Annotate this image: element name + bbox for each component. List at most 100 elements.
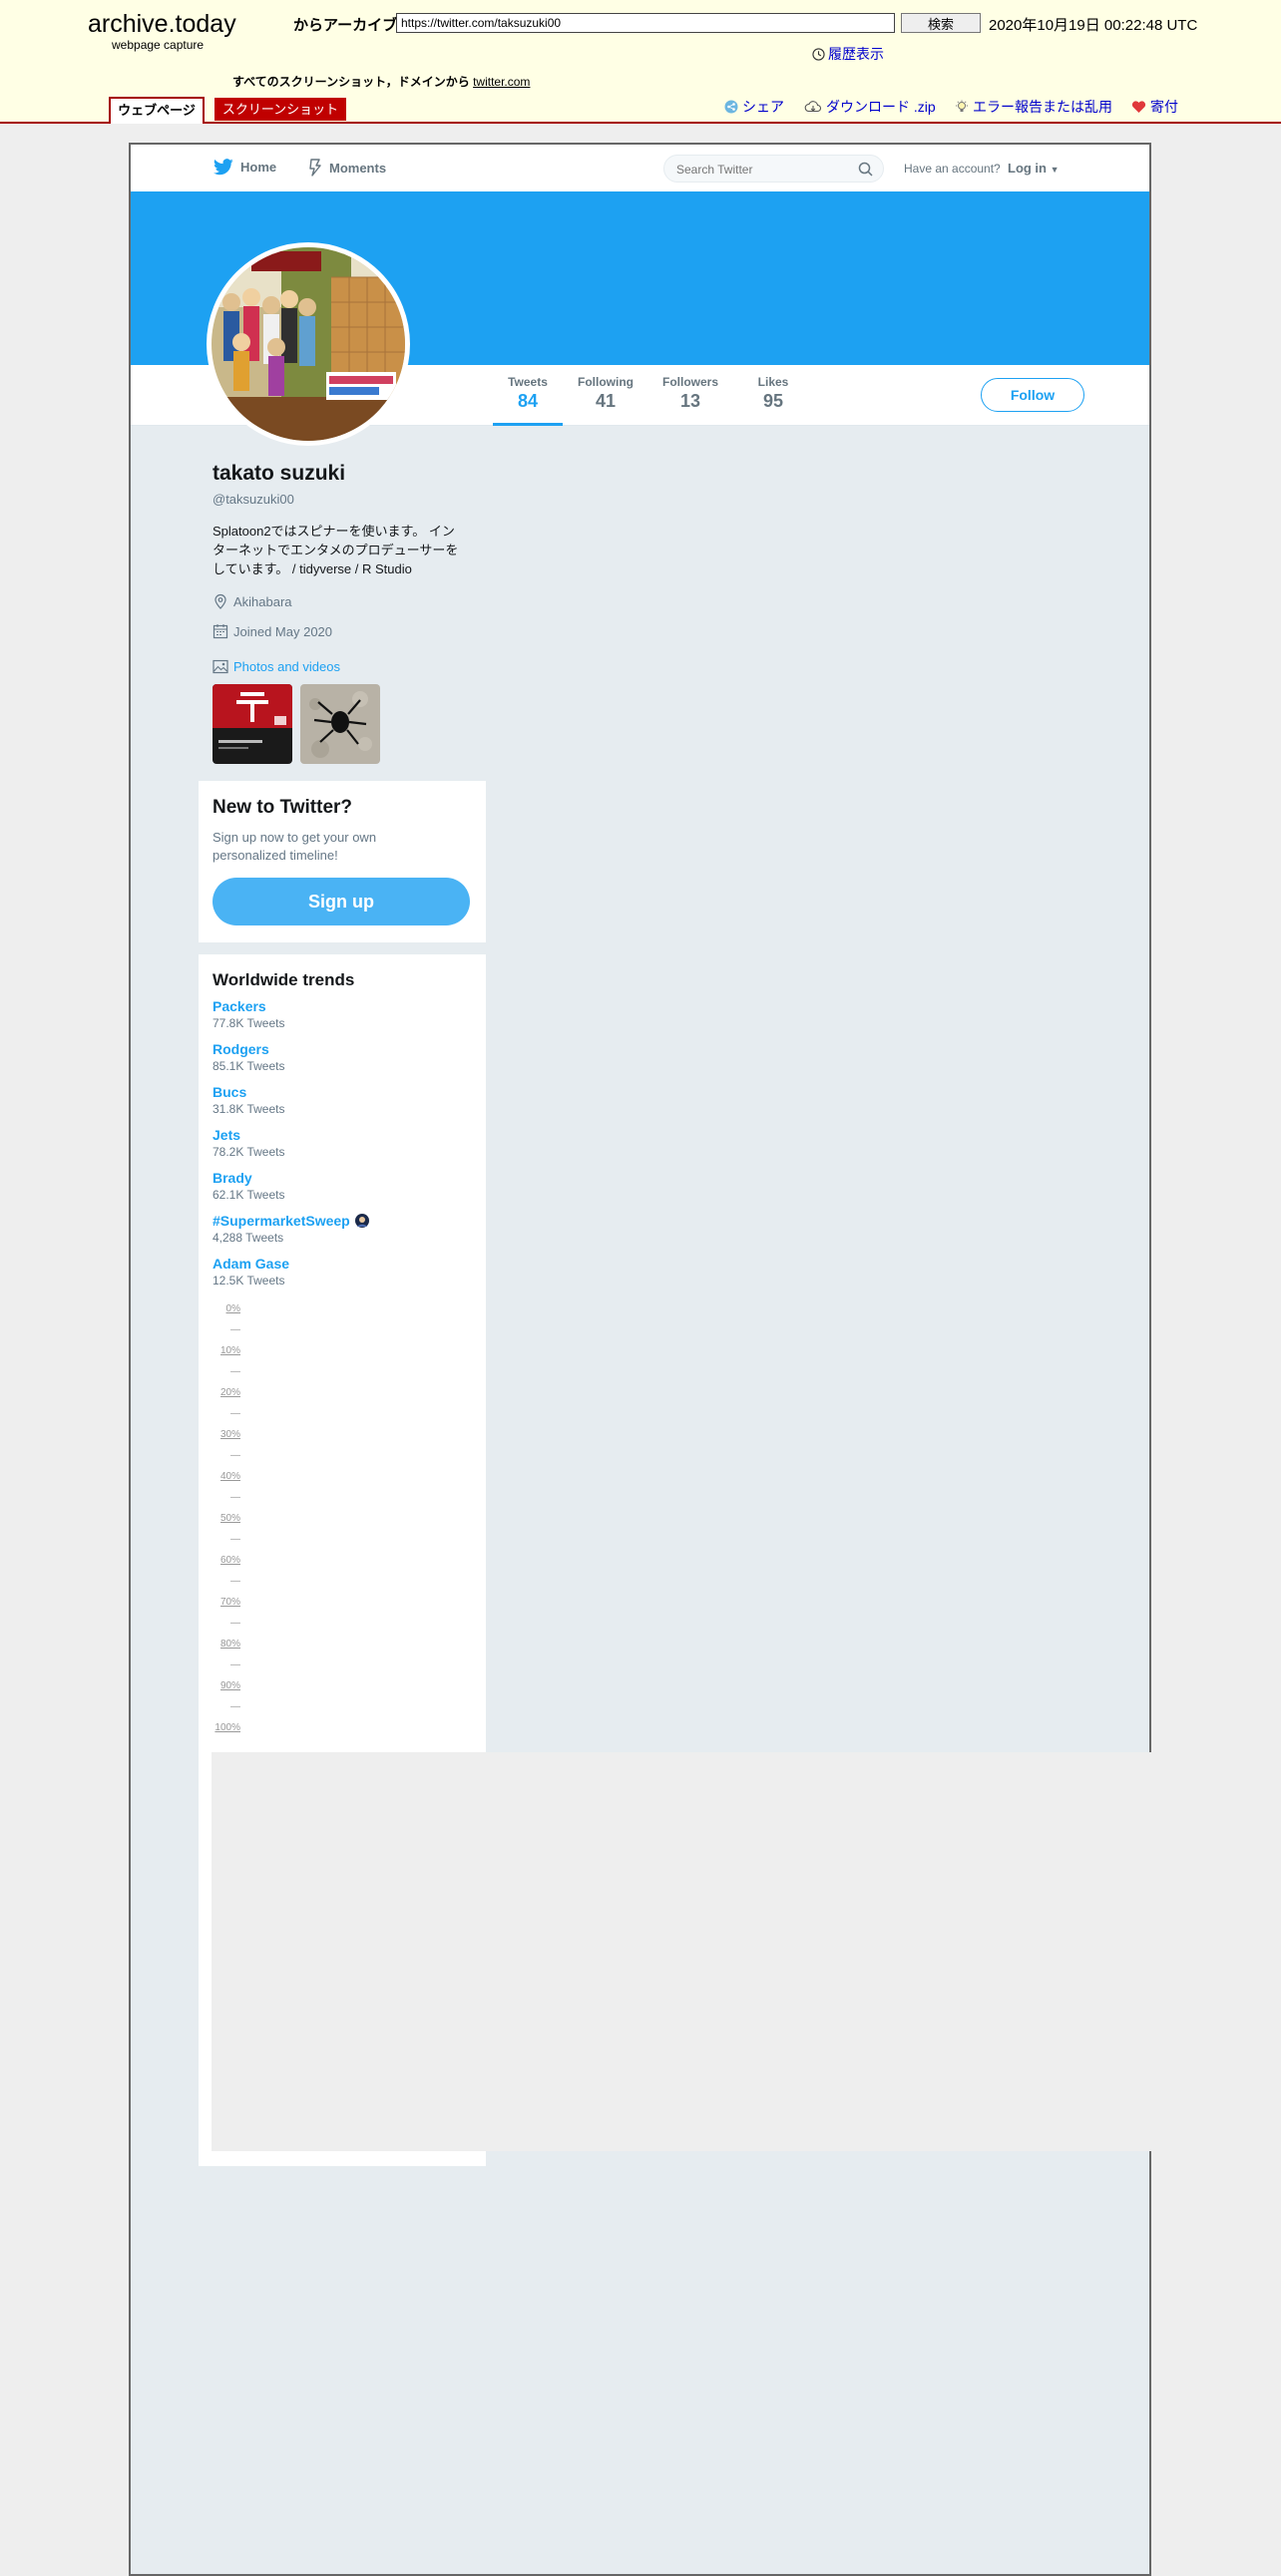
report-link[interactable]: エラー報告または乱用 <box>955 97 1112 117</box>
stat-followers-value: 13 <box>679 391 701 411</box>
archive-url-input[interactable] <box>396 13 895 33</box>
stat-followers-label: Followers <box>661 375 718 389</box>
scale-mark[interactable]: 20% <box>220 1387 240 1398</box>
location-pin-icon <box>214 593 226 609</box>
media-thumbnail[interactable] <box>213 684 292 764</box>
empty-content-block <box>212 1752 1151 2151</box>
login-link[interactable]: Log in ▼ <box>1008 161 1060 176</box>
tab-screenshot[interactable]: スクリーンショット <box>214 98 346 121</box>
twitter-search-input[interactable] <box>664 156 858 184</box>
archive-header: archive.today webpage capture からアーカイブ 検索… <box>0 0 1281 124</box>
follow-button[interactable]: Follow <box>981 378 1084 412</box>
stat-followers[interactable]: Followers 13 <box>654 375 726 412</box>
trend-count: 4,288 Tweets <box>213 1231 284 1245</box>
signup-title: New to Twitter? <box>213 797 353 818</box>
have-account-text: Have an account? <box>904 162 1001 176</box>
trend-item[interactable]: Brady 62.1K Tweets <box>213 1170 285 1202</box>
trend-name: Packers <box>213 998 266 1014</box>
image-icon <box>213 659 228 674</box>
stat-likes-label: Likes <box>757 375 789 389</box>
scale-mark[interactable]: 80% <box>220 1639 240 1650</box>
nav-moments-label: Moments <box>329 160 387 176</box>
scale-dash: — <box>230 1366 240 1377</box>
thumbnail-image <box>300 684 380 764</box>
archive-subtitle: webpage capture <box>112 38 205 52</box>
capture-date: 2020年10月19日 00:22:48 UTC <box>989 17 1198 34</box>
calendar-icon <box>213 624 228 639</box>
scale-mark[interactable]: 30% <box>220 1429 240 1440</box>
profile-joined: Joined May 2020 <box>213 623 332 639</box>
stat-likes[interactable]: Likes 95 <box>745 375 801 412</box>
trends-title: Worldwide trends <box>213 970 355 989</box>
scale-mark[interactable]: 10% <box>220 1345 240 1356</box>
scale-dash: — <box>230 1701 240 1712</box>
signup-card: New to Twitter? Sign up now to get your … <box>199 781 486 942</box>
stat-tweets-label: Tweets <box>508 375 548 389</box>
trend-item[interactable]: #SupermarketSweep 4,288 Tweets <box>213 1213 370 1245</box>
trend-item[interactable]: Rodgers 85.1K Tweets <box>213 1041 285 1073</box>
tab-webpage[interactable]: ウェブページ <box>109 97 205 124</box>
report-label: エラー報告または乱用 <box>973 99 1112 115</box>
photos-and-videos-label: Photos and videos <box>233 659 340 674</box>
stat-tweets-value: 84 <box>517 391 539 411</box>
trend-name: Brady <box>213 1170 252 1186</box>
trend-item[interactable]: Adam Gase 12.5K Tweets <box>213 1256 289 1288</box>
stat-tweets[interactable]: Tweets 84 <box>493 375 563 426</box>
domain-link[interactable]: twitter.com <box>473 75 530 89</box>
history-link-label: 履歴表示 <box>828 46 884 62</box>
profile-name: takato suzuki <box>213 462 346 485</box>
archive-search-button[interactable]: 検索 <box>901 13 981 33</box>
trend-name-text: #SupermarketSweep <box>213 1213 350 1229</box>
search-icon[interactable] <box>858 162 873 177</box>
share-link[interactable]: シェア <box>724 97 784 117</box>
trend-item[interactable]: Bucs 31.8K Tweets <box>213 1084 285 1116</box>
lightning-icon <box>309 159 321 177</box>
scale-mark[interactable]: 50% <box>220 1513 240 1524</box>
scale-dash: — <box>230 1618 240 1629</box>
nav-home[interactable]: Home <box>214 159 276 176</box>
photos-and-videos-link[interactable]: Photos and videos <box>213 659 340 674</box>
share-label: シェア <box>742 99 784 115</box>
history-link[interactable]: 履歴表示 <box>812 44 884 64</box>
media-thumbnail[interactable] <box>300 684 380 764</box>
lightbulb-icon <box>956 100 968 112</box>
twitter-page-frame: Home Moments Have an account? Log in ▼ T… <box>129 143 1151 2576</box>
scale-mark[interactable]: 0% <box>226 1303 240 1314</box>
clock-icon <box>812 47 825 61</box>
stat-following[interactable]: Following 41 <box>570 375 641 412</box>
twitter-bird-icon <box>214 159 233 176</box>
nav-home-label: Home <box>240 160 277 175</box>
trend-count: 31.8K Tweets <box>213 1102 285 1116</box>
trend-name: #SupermarketSweep <box>213 1213 370 1229</box>
download-link[interactable]: ダウンロード .zip <box>804 97 936 117</box>
all-screenshots-line: すべてのスクリーンショット，ドメインから twitter.com <box>232 73 530 90</box>
scale-dash: — <box>230 1408 240 1419</box>
trend-count: 78.2K Tweets <box>213 1145 285 1159</box>
donate-link[interactable]: 寄付 <box>1131 97 1178 117</box>
avatar-image <box>212 247 405 441</box>
heart-icon <box>1131 101 1146 113</box>
profile-avatar[interactable] <box>207 242 410 446</box>
scale-dash: — <box>230 1576 240 1587</box>
scale-mark[interactable]: 40% <box>220 1471 240 1482</box>
scale-dash: — <box>230 1492 240 1503</box>
donate-label: 寄付 <box>1150 99 1178 115</box>
profile-location-text: Akihabara <box>233 593 292 609</box>
scale-mark[interactable]: 100% <box>214 1722 240 1733</box>
trend-name: Bucs <box>213 1084 247 1100</box>
trend-item[interactable]: Packers 77.8K Tweets <box>213 998 285 1030</box>
profile-handle[interactable]: @taksuzuki00 <box>213 492 294 507</box>
scale-mark[interactable]: 60% <box>220 1555 240 1566</box>
stat-following-value: 41 <box>595 391 617 411</box>
archive-logo[interactable]: archive.today <box>88 10 236 39</box>
signup-button[interactable]: Sign up <box>213 878 470 925</box>
trend-count: 85.1K Tweets <box>213 1059 285 1073</box>
download-label: ダウンロード .zip <box>826 99 936 115</box>
trend-name: Adam Gase <box>213 1256 290 1272</box>
trend-item[interactable]: Jets 78.2K Tweets <box>213 1127 285 1159</box>
hashflag-icon <box>354 1214 369 1228</box>
scale-mark[interactable]: 90% <box>220 1680 240 1691</box>
share-icon <box>724 100 738 114</box>
scale-mark[interactable]: 70% <box>220 1597 240 1608</box>
nav-moments[interactable]: Moments <box>308 159 386 177</box>
